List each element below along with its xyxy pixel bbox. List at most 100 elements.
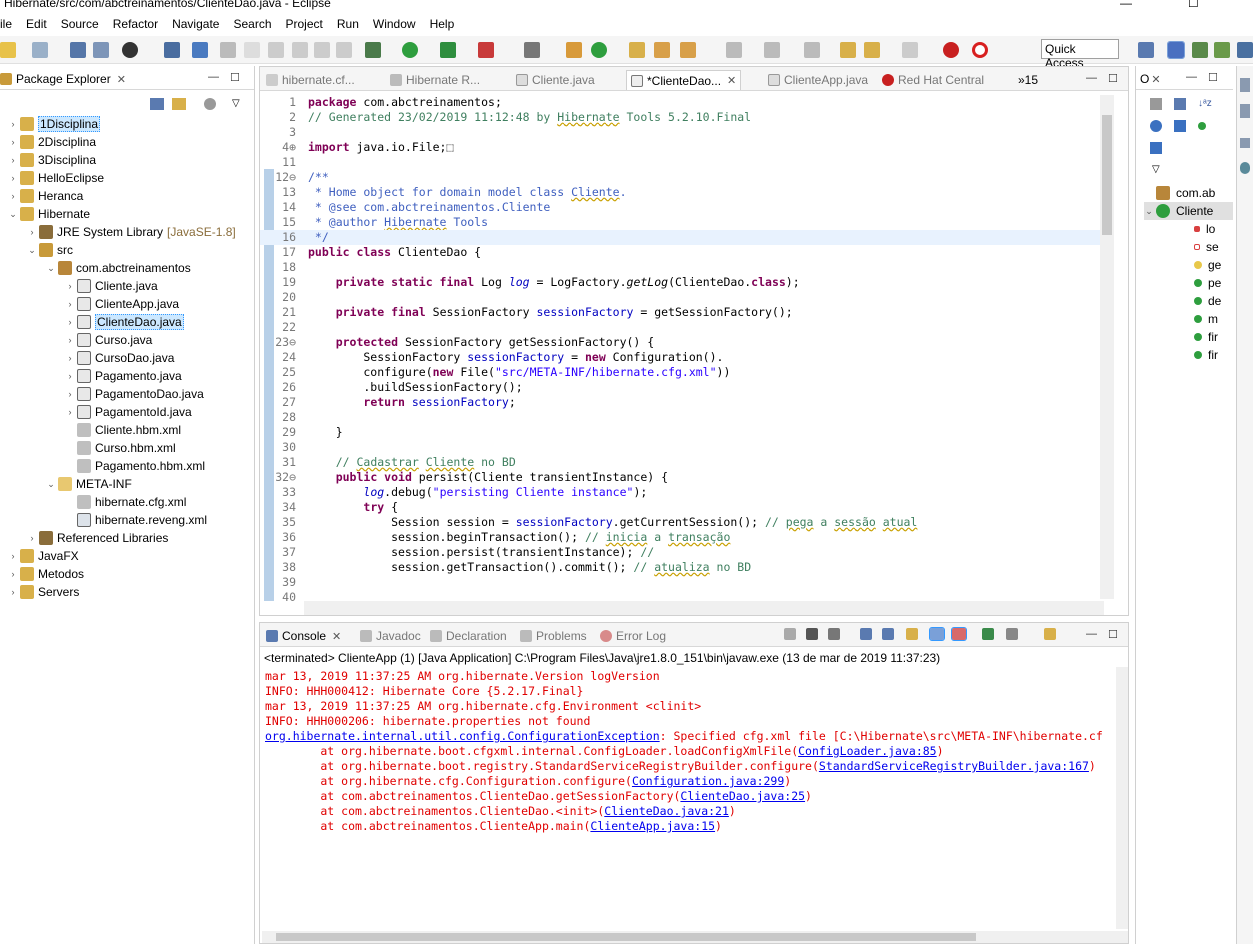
code-line[interactable]: 33 log.debug("persisting Cliente instanc…: [260, 485, 1100, 500]
code-line[interactable]: 29 }: [260, 425, 1100, 440]
tree-item[interactable]: ⌄ META-INF: [46, 475, 132, 493]
next-annotation-icon[interactable]: [268, 42, 284, 58]
outline-item[interactable]: lo: [1192, 220, 1215, 238]
view-menu-icon[interactable]: ▽: [1152, 164, 1160, 175]
view-menu-icon[interactable]: ▽: [232, 98, 240, 109]
refresh-icon[interactable]: [972, 42, 988, 58]
tab-problems[interactable]: Problems: [520, 627, 587, 645]
close-icon[interactable]: ✕: [1151, 73, 1160, 86]
code-line[interactable]: 15 * @author Hibernate Tools: [260, 215, 1100, 230]
next-icon[interactable]: [764, 42, 780, 58]
word-wrap-icon[interactable]: [906, 628, 918, 640]
tree-item[interactable]: › Referenced Libraries: [27, 529, 168, 547]
code-line[interactable]: 13 * Home object for domain model class …: [260, 185, 1100, 200]
code-line[interactable]: 37 session.persist(transientInstance); /…: [260, 545, 1100, 560]
expand-arrow-icon[interactable]: ›: [65, 299, 75, 309]
close-icon[interactable]: ✕: [727, 74, 736, 87]
tree-item[interactable]: Curso.hbm.xml: [65, 439, 176, 457]
redhat-icon[interactable]: [943, 42, 959, 58]
maximize-icon[interactable]: ☐: [1108, 628, 1118, 641]
expand-arrow-icon[interactable]: ›: [8, 569, 18, 579]
expand-arrow-icon[interactable]: ›: [8, 551, 18, 561]
console-vertical-scrollbar[interactable]: [1116, 667, 1128, 929]
outline-item[interactable]: m: [1192, 310, 1218, 328]
tree-item[interactable]: Cliente.hbm.xml: [65, 421, 181, 439]
code-line[interactable]: 32⊖ public void persist(Cliente transien…: [260, 470, 1100, 485]
tree-item[interactable]: › HelloEclipse: [8, 169, 104, 187]
quick-access-input[interactable]: Quick Access: [1041, 39, 1119, 70]
open-type-icon[interactable]: [629, 42, 645, 58]
expand-arrow-icon[interactable]: ⌄: [1144, 206, 1154, 217]
forward-icon[interactable]: [902, 42, 918, 58]
menu-search[interactable]: Search: [226, 17, 278, 31]
tree-item[interactable]: hibernate.reveng.xml: [65, 511, 207, 529]
menu-file[interactable]: ile: [0, 17, 19, 31]
tree-item[interactable]: › 2Disciplina: [8, 133, 96, 151]
link-icon[interactable]: [1150, 142, 1162, 154]
external-tools-icon[interactable]: [478, 42, 494, 58]
minimize-icon[interactable]: —: [1086, 628, 1097, 640]
restore-icon[interactable]: [1240, 138, 1250, 148]
expand-arrow-icon[interactable]: ›: [27, 533, 37, 543]
code-line[interactable]: 18: [260, 260, 1100, 275]
menu-navigate[interactable]: Navigate: [165, 17, 226, 31]
expand-arrow-icon[interactable]: ›: [27, 227, 37, 237]
outline-item[interactable]: fir: [1192, 328, 1218, 346]
run-icon[interactable]: [402, 42, 418, 58]
code-line[interactable]: 22: [260, 320, 1100, 335]
tab-outline[interactable]: O ✕: [1140, 70, 1161, 88]
expand-arrow-icon[interactable]: ⌄: [8, 209, 18, 220]
tree-item[interactable]: hibernate.cfg.xml: [65, 493, 186, 511]
prev-annotation-icon[interactable]: [292, 42, 308, 58]
tree-item[interactable]: › PagamentoId.java: [65, 403, 192, 421]
code-line[interactable]: 19 private static final Log log = LogFac…: [260, 275, 1100, 290]
minimize-icon[interactable]: —: [1186, 71, 1197, 83]
code-line[interactable]: 14 * @see com.abctreinamentos.Cliente: [260, 200, 1100, 215]
edit-icon[interactable]: [244, 42, 260, 58]
tree-item[interactable]: › Servers: [8, 583, 79, 601]
console-output[interactable]: mar 13, 2019 11:37:25 AM org.hibernate.V…: [265, 669, 1111, 931]
console-icon[interactable]: [164, 42, 180, 58]
tree-item[interactable]: ⌄ src: [27, 241, 73, 259]
hide-methods-icon[interactable]: [1198, 122, 1206, 130]
code-area[interactable]: 1 package com.abctreinamentos; 2 // Generat…: [260, 93, 1100, 603]
code-line[interactable]: 28: [260, 410, 1100, 425]
menu-run[interactable]: Run: [330, 17, 366, 31]
tab-cliente-java[interactable]: Cliente.java: [516, 71, 595, 89]
terminate-icon[interactable]: [784, 628, 796, 640]
tab-redhat-central[interactable]: Red Hat Central: [882, 71, 984, 89]
menu-window[interactable]: Window: [366, 17, 423, 31]
console-horizontal-scrollbar[interactable]: [262, 931, 1128, 943]
remove-all-icon[interactable]: [828, 628, 840, 640]
hide-nonpublic-icon[interactable]: [1150, 120, 1162, 132]
maximize-icon[interactable]: ☐: [1208, 71, 1218, 84]
last-edit-icon[interactable]: [840, 42, 856, 58]
tab-overflow[interactable]: »15: [1018, 71, 1038, 89]
scroll-lock-icon[interactable]: [882, 628, 894, 640]
code-line[interactable]: 2 // Generated 23/02/2019 11:12:48 by Hib…: [260, 110, 1100, 125]
code-line[interactable]: 38 session.getTransaction().commit(); //…: [260, 560, 1100, 575]
expand-arrow-icon[interactable]: ›: [8, 137, 18, 147]
expand-arrow-icon[interactable]: ›: [8, 119, 18, 129]
code-line[interactable]: 20: [260, 290, 1100, 305]
code-line[interactable]: 35 Session session = sessionFactory.getC…: [260, 515, 1100, 530]
clear-console-icon[interactable]: [860, 628, 872, 640]
user-icon[interactable]: [122, 42, 138, 58]
tab-clienteapp-java[interactable]: ClienteApp.java: [768, 71, 868, 89]
tree-item[interactable]: › 1Disciplina: [8, 115, 101, 133]
tree-item[interactable]: › Curso.java: [65, 331, 152, 349]
tree-item[interactable]: › Heranca: [8, 187, 83, 205]
tab-error-log[interactable]: Error Log: [600, 627, 666, 645]
hibernate-perspective-icon[interactable]: [1214, 42, 1230, 58]
open-console-icon[interactable]: [1044, 628, 1056, 640]
new-wizard-icon[interactable]: [32, 42, 48, 58]
code-line[interactable]: 1 package com.abctreinamentos;: [260, 95, 1100, 110]
new-icon[interactable]: [0, 42, 16, 58]
tree-item[interactable]: › ClienteApp.java: [65, 295, 179, 313]
expand-arrow-icon[interactable]: ⌄: [46, 263, 56, 274]
expand-arrow-icon[interactable]: ›: [8, 587, 18, 597]
scroll-thumb[interactable]: [276, 933, 976, 941]
hide-static-icon[interactable]: [1174, 98, 1186, 110]
toggle-mark-icon[interactable]: [314, 42, 330, 58]
display-console-icon[interactable]: [1006, 628, 1018, 640]
